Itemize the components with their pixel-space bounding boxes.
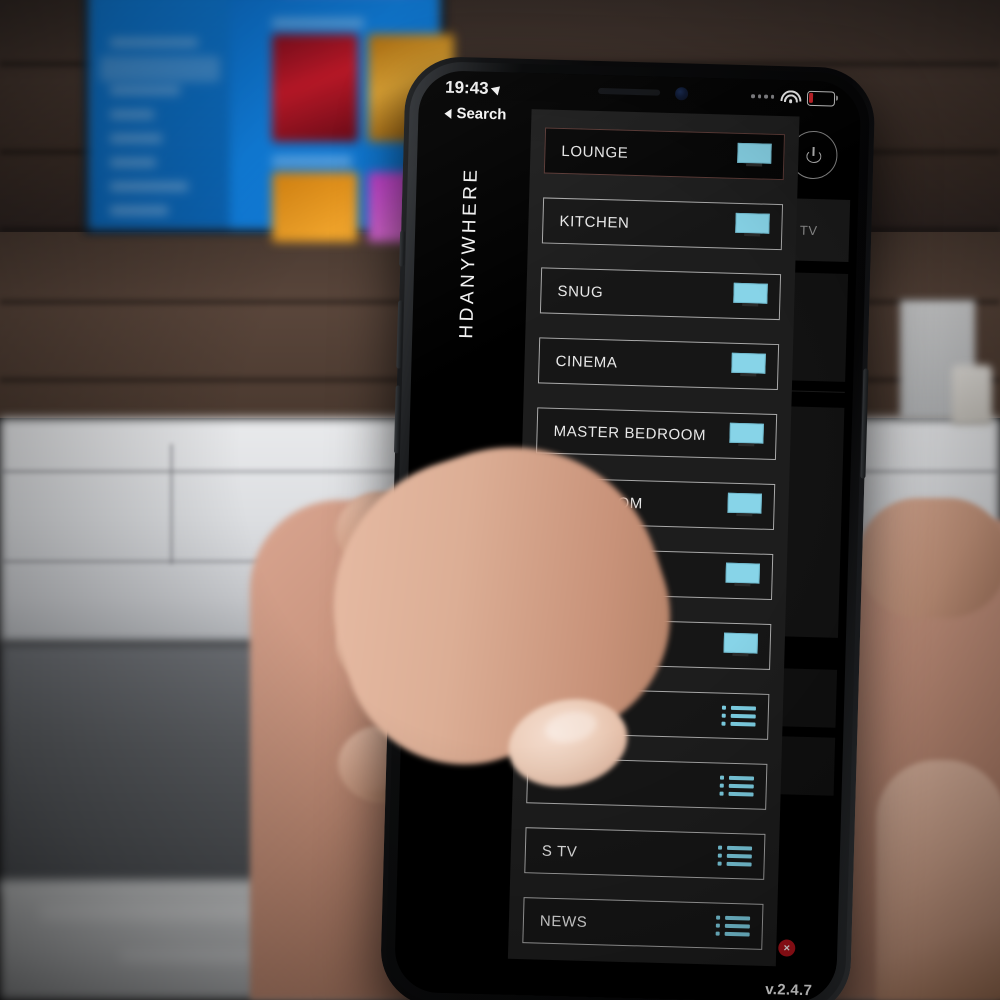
tv-icon [725,562,761,590]
list-icon [715,915,751,938]
screenshot-stage: 19:43 Search HDANYWHERE TV × LOUNGE KITC… [0,0,1000,1000]
vase [952,365,992,425]
room-row[interactable]: LOUNGE [543,127,786,181]
tv-icon [731,352,766,380]
signal-dots-icon [750,94,775,99]
battery-low-icon [806,90,836,107]
notch [541,73,739,113]
television-screen [88,0,454,242]
room-row[interactable]: KITCHEN [541,197,784,251]
room-row[interactable]: MASTER BEDROOM [535,407,778,461]
tv-menu-sidebar [88,0,230,230]
list-icon [721,705,757,728]
thumb [858,498,1000,618]
tv-icon [729,422,764,450]
tv-icon [723,632,759,660]
status-time: 19:43 [444,77,489,98]
room-label: SNUG [557,282,604,301]
list-icon [719,775,755,798]
status-bar-left: 19:43 [444,77,504,100]
tv-icon [727,492,762,520]
mute-badge: × [778,939,796,957]
room-row[interactable]: S TV [524,827,766,880]
back-to-search-link[interactable]: Search [444,104,507,124]
room-label: S TV [541,842,578,861]
tv-icon [733,282,768,310]
mute-switch[interactable] [399,230,406,267]
front-camera-icon [674,87,689,101]
finger [876,760,1000,1000]
wifi-icon [779,90,802,105]
back-triangle-icon [444,108,452,119]
room-label: LOUNGE [561,142,629,162]
room-row[interactable]: NEWS [522,897,764,950]
app-version: v.2.4.7 [765,980,813,1000]
room-label: CINEMA [555,352,618,372]
room-label: KITCHEN [559,212,630,232]
room-row[interactable]: CINEMA [537,337,780,391]
location-arrow-icon [491,82,504,96]
tv-icon [737,142,772,170]
room-row[interactable]: SNUG [539,267,782,321]
room-label: MASTER BEDROOM [553,422,707,444]
status-bar-right [750,89,836,107]
tv-icon [735,212,770,240]
back-link-label: Search [456,104,507,124]
room-label: NEWS [539,912,588,931]
list-icon [717,845,753,868]
earpiece-speaker-icon [598,87,661,96]
power-icon [806,147,821,163]
